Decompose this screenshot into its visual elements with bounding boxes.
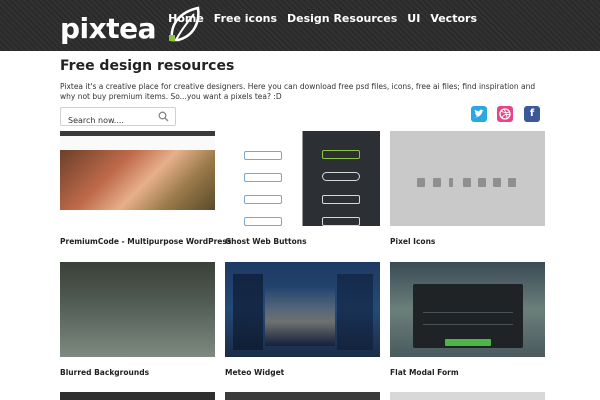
logo-text: pixtea <box>60 12 156 45</box>
nav-home[interactable]: Home <box>168 12 209 25</box>
resource-card[interactable]: PremiumCode - Multipurpose WordPress <box>60 131 231 253</box>
flat-modal-form-thumbnail[interactable] <box>390 262 545 357</box>
pixel-icons-thumbnail[interactable] <box>390 131 545 226</box>
twitter-icon[interactable] <box>471 106 487 122</box>
card-title[interactable]: Blurred Backgrounds <box>60 368 149 377</box>
card-title[interactable]: Flat Modal Form <box>390 368 459 377</box>
resource-card[interactable]: Ghost Web Buttons <box>225 131 380 253</box>
top-bar: pixtea Home Free icons Design Resources … <box>0 0 600 51</box>
page-title: Free design resources <box>60 58 235 74</box>
card-title[interactable]: Meteo Widget <box>225 368 284 377</box>
meteo-widget-thumbnail[interactable] <box>225 262 380 357</box>
blurred-backgrounds-thumbnail[interactable] <box>60 262 215 357</box>
resource-thumbnail[interactable] <box>60 392 215 400</box>
nav-ui[interactable]: UI <box>402 12 425 25</box>
resource-thumbnail[interactable] <box>225 392 380 400</box>
resource-card[interactable]: Blurred Backgrounds <box>60 262 215 384</box>
search-icon[interactable] <box>158 111 169 122</box>
card-title[interactable]: Ghost Web Buttons <box>225 237 307 246</box>
nav-vectors[interactable]: Vectors <box>425 12 482 25</box>
intro-text: Pixtea it's a creative place for creativ… <box>60 82 536 101</box>
resource-card[interactable]: Flat Modal Form <box>390 262 545 384</box>
main-nav: Home Free icons Design Resources UI Vect… <box>168 12 482 25</box>
card-title[interactable]: PremiumCode - Multipurpose WordPress <box>60 237 231 246</box>
search-input[interactable] <box>61 112 153 129</box>
nav-free-icons[interactable]: Free icons <box>209 12 282 25</box>
search-box <box>60 107 176 129</box>
resource-card[interactable]: Meteo Widget <box>225 262 380 384</box>
premiumcode-thumbnail[interactable] <box>60 131 215 226</box>
card-title[interactable]: Pixel Icons <box>390 237 435 246</box>
dribbble-icon[interactable] <box>497 106 513 122</box>
nav-design-resources[interactable]: Design Resources <box>282 12 402 25</box>
resource-card[interactable]: Pixel Icons <box>390 131 545 253</box>
resource-thumbnail[interactable] <box>390 392 545 400</box>
facebook-icon[interactable]: f <box>524 106 540 122</box>
ghost-buttons-thumbnail[interactable] <box>225 131 380 226</box>
